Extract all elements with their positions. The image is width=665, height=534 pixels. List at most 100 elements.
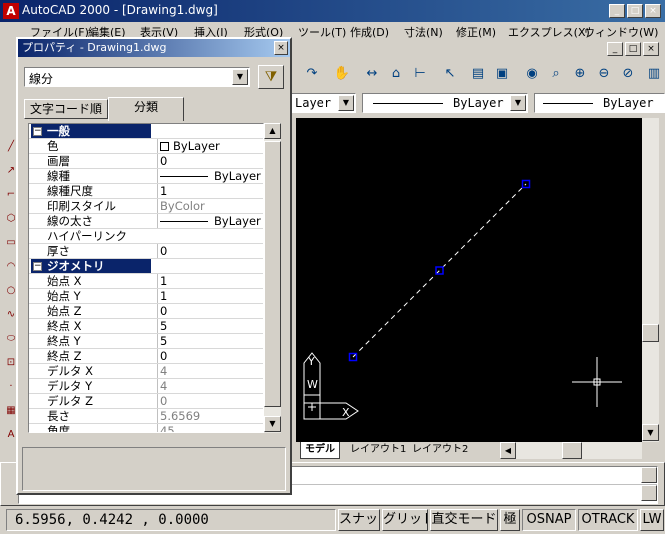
property-row[interactable]: デルタ Y 4 [29, 379, 263, 394]
polar-toggle[interactable]: 極 [500, 509, 520, 531]
property-row[interactable]: 画層 0 [29, 154, 263, 169]
selected-line[interactable] [352, 183, 527, 358]
property-row[interactable]: 終点 Z 0 [29, 349, 263, 364]
house-icon[interactable]: ⌂ [386, 64, 406, 84]
property-row[interactable]: 厚さ 0 [29, 244, 263, 259]
command-scroll-down[interactable] [641, 485, 657, 501]
property-row[interactable]: 印刷スタイル ByColor [29, 199, 263, 214]
scroll-down-icon[interactable]: ▼ [642, 424, 659, 441]
menu-draw[interactable]: 作成(D) [350, 24, 389, 40]
property-value[interactable]: 0 [157, 304, 263, 318]
property-row[interactable]: 長さ 5.6569 [29, 409, 263, 424]
maximize-button[interactable]: □ [627, 4, 643, 18]
zoom-previous-icon[interactable]: ⊖ [594, 64, 614, 84]
redo-icon[interactable]: ↷ [302, 64, 322, 84]
quick-select-icon[interactable]: ⧩ [258, 65, 284, 89]
property-value[interactable]: 1 [157, 289, 263, 303]
close-button[interactable]: × [645, 4, 661, 18]
minimize-button[interactable]: _ [609, 4, 625, 18]
dimension-icon[interactable]: ⊢ [410, 64, 430, 84]
property-category[interactable]: − ジオメトリ [29, 259, 263, 274]
grid-icon[interactable]: ▥ [644, 64, 664, 84]
scroll-thumb[interactable] [642, 324, 659, 342]
property-row[interactable]: 線種尺度 1 [29, 184, 263, 199]
zoom-extents-icon[interactable]: ⊘ [618, 64, 638, 84]
property-row[interactable]: 角度 45 [29, 424, 263, 432]
property-value[interactable]: 0 [157, 244, 263, 258]
property-row[interactable]: デルタ X 4 [29, 364, 263, 379]
menu-modify[interactable]: 修正(M) [456, 24, 496, 40]
property-value[interactable]: 1 [157, 274, 263, 288]
property-row[interactable]: ハイパーリンク [29, 229, 263, 244]
chevron-down-icon[interactable]: ▼ [338, 95, 354, 111]
property-row[interactable]: 終点 Y 5 [29, 334, 263, 349]
grid-scroll-thumb[interactable] [264, 141, 281, 407]
coordinate-readout[interactable]: 6.5956, 0.4242 , 0.0000 [6, 509, 336, 531]
menu-express[interactable]: エクスプレス(X) [508, 24, 590, 40]
zoom-window-icon[interactable]: ⌕ [546, 64, 566, 84]
pan-realtime-icon[interactable]: ✋ [332, 64, 352, 84]
linetype-combo[interactable]: ByLayer [534, 93, 665, 113]
osnap-toggle[interactable]: OSNAP [522, 509, 576, 531]
lineweight-toggle[interactable]: LW [640, 509, 664, 531]
layer-combo[interactable]: Layer ▼ [290, 93, 356, 113]
tab-categorized[interactable]: 分類 [108, 97, 184, 121]
vertical-scrollbar[interactable]: ▼ [642, 118, 659, 442]
model-space[interactable]: Y W X [296, 118, 642, 442]
tab-layout2[interactable]: レイアウト2 [408, 442, 472, 459]
menu-dimension[interactable]: 寸法(N) [404, 24, 443, 40]
zoom-in-icon[interactable]: ⊕ [570, 64, 590, 84]
property-value[interactable]: 0 [157, 349, 263, 363]
ortho-toggle[interactable]: 直交モード [430, 509, 498, 531]
property-row[interactable]: 始点 X 1 [29, 274, 263, 289]
drawing-canvas[interactable]: Y W X [296, 118, 642, 442]
horizontal-scrollbar[interactable]: ◀ [500, 442, 642, 459]
snap-toggle[interactable]: スナップ [338, 509, 380, 531]
title-bar[interactable]: A AutoCAD 2000 - [Drawing1.dwg] _ □ × [0, 0, 665, 22]
collapse-toggle-icon[interactable]: − [33, 262, 42, 271]
properties-icon[interactable]: ▤ [468, 64, 488, 84]
otrack-toggle[interactable]: OTRACK [578, 509, 638, 531]
property-row[interactable]: 色 ByLayer [29, 139, 263, 154]
scroll-left-icon[interactable]: ◀ [500, 442, 516, 459]
design-center-icon[interactable]: ▣ [492, 64, 512, 84]
autocad-logo-icon[interactable]: A [3, 3, 19, 19]
menu-window[interactable]: ウィンドウ(W) [584, 24, 658, 40]
property-row[interactable]: 終点 X 5 [29, 319, 263, 334]
pointer-icon[interactable]: ↖ [440, 64, 460, 84]
property-row[interactable]: 始点 Y 1 [29, 289, 263, 304]
property-value[interactable]: 5 [157, 334, 263, 348]
property-row[interactable]: 始点 Z 0 [29, 304, 263, 319]
color-combo[interactable]: ByLayer ▼ [362, 93, 528, 113]
chevron-down-icon[interactable]: ▼ [232, 69, 248, 85]
property-value[interactable]: 5 [157, 319, 263, 333]
zoom-realtime-icon[interactable]: ◉ [522, 64, 542, 84]
property-value[interactable]: ByLayer [157, 214, 263, 228]
palette-title[interactable]: プロパティ - Drawing1.dwg [18, 39, 290, 57]
property-value[interactable]: ByLayer [157, 169, 263, 183]
property-value[interactable]: 0 [157, 154, 263, 168]
property-category[interactable]: − 一般 [29, 124, 263, 139]
doc-restore-button[interactable]: □ [625, 42, 641, 56]
doc-close-button[interactable]: × [643, 42, 659, 56]
doc-minimize-button[interactable]: _ [607, 42, 623, 56]
property-grid-scrollbar[interactable]: ▲ ▼ [264, 123, 281, 433]
chevron-down-icon[interactable]: ▼ [510, 95, 526, 111]
property-row[interactable]: 線の太さ ByLayer [29, 214, 263, 229]
collapse-toggle-icon[interactable]: − [33, 127, 42, 136]
object-type-combo[interactable]: 線分 ▼ [24, 67, 250, 87]
property-value[interactable]: ByLayer [157, 139, 263, 153]
grid-toggle[interactable]: グリッド [382, 509, 428, 531]
property-value[interactable]: 1 [157, 184, 263, 198]
property-row[interactable]: 線種 ByLayer [29, 169, 263, 184]
menu-tools[interactable]: ツール(T) [298, 24, 346, 40]
distance-icon[interactable]: ↔ [362, 64, 382, 84]
property-row[interactable]: デルタ Z 0 [29, 394, 263, 409]
palette-close-button[interactable]: × [274, 41, 288, 55]
command-scroll-up[interactable] [641, 467, 657, 483]
tab-alphabetic[interactable]: 文字コード順 [24, 99, 108, 119]
tab-layout1[interactable]: レイアウト1 [346, 442, 410, 459]
tab-model[interactable]: モデル [300, 442, 340, 459]
scroll-up-icon[interactable]: ▲ [264, 123, 281, 139]
scroll-down-icon[interactable]: ▼ [264, 416, 281, 432]
